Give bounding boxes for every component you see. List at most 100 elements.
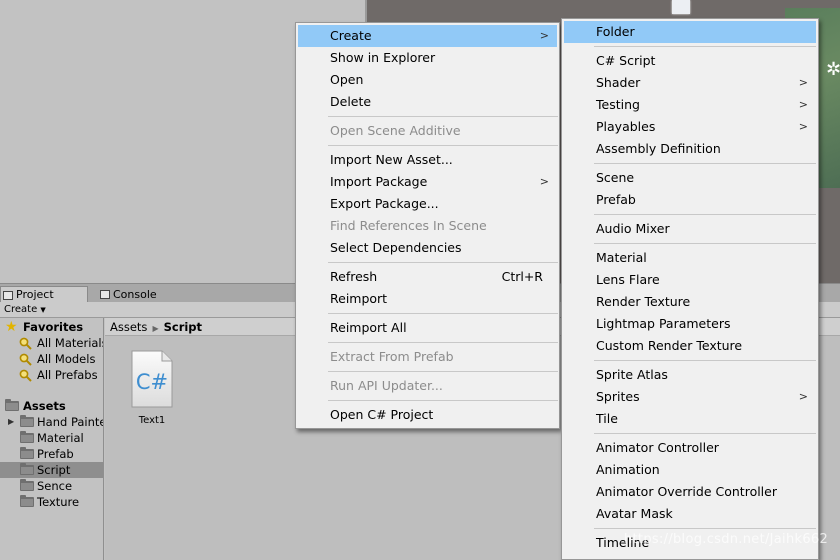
menu-item-label: Scene xyxy=(596,170,635,185)
expand-arrow-icon[interactable]: ▶ xyxy=(8,414,14,430)
tree-item-label: All Materials xyxy=(37,336,104,350)
menu-item-label: Sprite Atlas xyxy=(596,367,668,382)
asset-name: Text1 xyxy=(138,415,166,426)
menu-item-reimport[interactable]: Reimport xyxy=(298,288,557,310)
menu-item-open[interactable]: Open xyxy=(298,69,557,91)
menu-item-scene[interactable]: Scene xyxy=(564,167,816,189)
menu-separator xyxy=(594,360,816,361)
menu-item-custom-render-texture[interactable]: Custom Render Texture xyxy=(564,335,816,357)
menu-item-show-in-explorer[interactable]: Show in Explorer xyxy=(298,47,557,69)
breadcrumb-script[interactable]: Script xyxy=(164,320,202,334)
menu-separator xyxy=(328,400,558,401)
tab-console-label: Console xyxy=(113,287,157,301)
menu-item-label: Lens Flare xyxy=(596,272,660,287)
menu-item-testing[interactable]: Testing > xyxy=(564,94,816,116)
tree-item-hand-painted[interactable]: ▶ Hand Painte xyxy=(0,414,104,430)
menu-separator xyxy=(594,46,816,47)
menu-item-sprite-atlas[interactable]: Sprite Atlas xyxy=(564,364,816,386)
menu-item-import-package[interactable]: Import Package > xyxy=(298,171,557,193)
search-icon xyxy=(19,353,32,366)
menu-item-label: Reimport xyxy=(330,291,388,306)
asset-text1[interactable]: C# Text1 xyxy=(127,350,177,426)
menu-item-sprites[interactable]: Sprites > xyxy=(564,386,816,408)
tree-item-prefab[interactable]: Prefab xyxy=(0,446,103,462)
menu-item-refresh[interactable]: Refresh Ctrl+R xyxy=(298,266,557,288)
menu-item-avatar-mask[interactable]: Avatar Mask xyxy=(564,503,816,525)
menu-item-label: Open xyxy=(330,72,364,87)
menu-item-label: Tile xyxy=(596,411,618,426)
folder-icon xyxy=(5,399,19,411)
menu-item-create[interactable]: Create > xyxy=(298,25,557,47)
scene-object[interactable] xyxy=(672,0,690,14)
menu-item-select-dependencies[interactable]: Select Dependencies xyxy=(298,237,557,259)
tab-console[interactable]: Console xyxy=(98,286,198,303)
tab-project[interactable]: Project xyxy=(0,286,88,303)
menu-item-label: Refresh xyxy=(330,269,378,284)
menu-item-animation[interactable]: Animation xyxy=(564,459,816,481)
tree-item-all-models[interactable]: All Models xyxy=(0,351,103,367)
menu-item-material[interactable]: Material xyxy=(564,247,816,269)
star-icon: ★ xyxy=(5,319,18,335)
folder-icon xyxy=(20,495,34,507)
menu-item-folder[interactable]: Folder xyxy=(564,21,816,43)
tree-item-all-materials[interactable]: All Materials xyxy=(0,335,104,351)
menu-item-lens-flare[interactable]: Lens Flare xyxy=(564,269,816,291)
menu-item-delete[interactable]: Delete xyxy=(298,91,557,113)
menu-item-shader[interactable]: Shader > xyxy=(564,72,816,94)
submenu-arrow-icon: > xyxy=(798,76,808,89)
menu-separator xyxy=(328,313,558,314)
menu-item-tile[interactable]: Tile xyxy=(564,408,816,430)
menu-item-label: Find References In Scene xyxy=(330,218,487,233)
submenu-arrow-icon: > xyxy=(539,175,549,188)
menu-item-run-api-updater: Run API Updater... xyxy=(298,375,557,397)
menu-item-reimport-all[interactable]: Reimport All xyxy=(298,317,557,339)
menu-item-label: C# Script xyxy=(596,53,656,68)
tree-item-label: Hand Painte xyxy=(37,415,104,429)
breadcrumb-assets[interactable]: Assets xyxy=(110,320,147,334)
tree-item-sence[interactable]: Sence xyxy=(0,478,103,494)
menu-item-animator-override-controller[interactable]: Animator Override Controller xyxy=(564,481,816,503)
menu-item-animator-controller[interactable]: Animator Controller xyxy=(564,437,816,459)
menu-item-label: Audio Mixer xyxy=(596,221,670,236)
breadcrumb-separator-icon: ▶ xyxy=(152,324,159,333)
tab-project-label: Project xyxy=(16,288,54,301)
menu-separator xyxy=(328,116,558,117)
menu-item-label: Material xyxy=(596,250,647,265)
menu-item-render-texture[interactable]: Render Texture xyxy=(564,291,816,313)
tree-item-texture[interactable]: Texture xyxy=(0,494,103,510)
menu-item-label: Create xyxy=(330,28,372,43)
menu-item-shortcut: Ctrl+R xyxy=(501,269,543,284)
csharp-script-icon: C# xyxy=(131,350,173,408)
tree-item-material[interactable]: Material xyxy=(0,430,103,446)
menu-separator xyxy=(328,262,558,263)
tree-item-favorites[interactable]: ★ Favorites xyxy=(0,319,103,335)
menu-item-audio-mixer[interactable]: Audio Mixer xyxy=(564,218,816,240)
menu-item-label: Reimport All xyxy=(330,320,407,335)
tree-item-all-prefabs[interactable]: All Prefabs xyxy=(0,367,103,383)
tree-item-label: Texture xyxy=(37,495,80,509)
create-dropdown-button[interactable]: Create ▼ xyxy=(2,303,48,317)
folder-icon xyxy=(20,479,34,491)
menu-item-label: Animator Override Controller xyxy=(596,484,777,499)
tree-item-assets[interactable]: Assets xyxy=(0,398,103,414)
menu-item-csharp-script[interactable]: C# Script xyxy=(564,50,816,72)
search-icon xyxy=(19,369,32,382)
submenu-arrow-icon: > xyxy=(798,98,808,111)
menu-item-import-new-asset[interactable]: Import New Asset... xyxy=(298,149,557,171)
tree-item-label: Assets xyxy=(23,399,66,413)
menu-item-assembly-definition[interactable]: Assembly Definition xyxy=(564,138,816,160)
menu-item-export-package[interactable]: Export Package... xyxy=(298,193,557,215)
tree-item-script[interactable]: Script xyxy=(0,462,103,478)
menu-separator xyxy=(594,163,816,164)
menu-separator xyxy=(594,243,816,244)
menu-item-lightmap-parameters[interactable]: Lightmap Parameters xyxy=(564,313,816,335)
tree-item-label: Prefab xyxy=(37,447,74,461)
scene-gizmo-icon[interactable]: ✲ xyxy=(826,58,840,82)
tree-item-label: Favorites xyxy=(23,320,84,334)
svg-text:C#: C# xyxy=(136,370,168,394)
tree-item-label: Sence xyxy=(37,479,73,493)
menu-item-prefab[interactable]: Prefab xyxy=(564,189,816,211)
tree-item-label: All Prefabs xyxy=(37,368,98,382)
menu-item-open-csharp-project[interactable]: Open C# Project xyxy=(298,404,557,426)
menu-item-playables[interactable]: Playables > xyxy=(564,116,816,138)
